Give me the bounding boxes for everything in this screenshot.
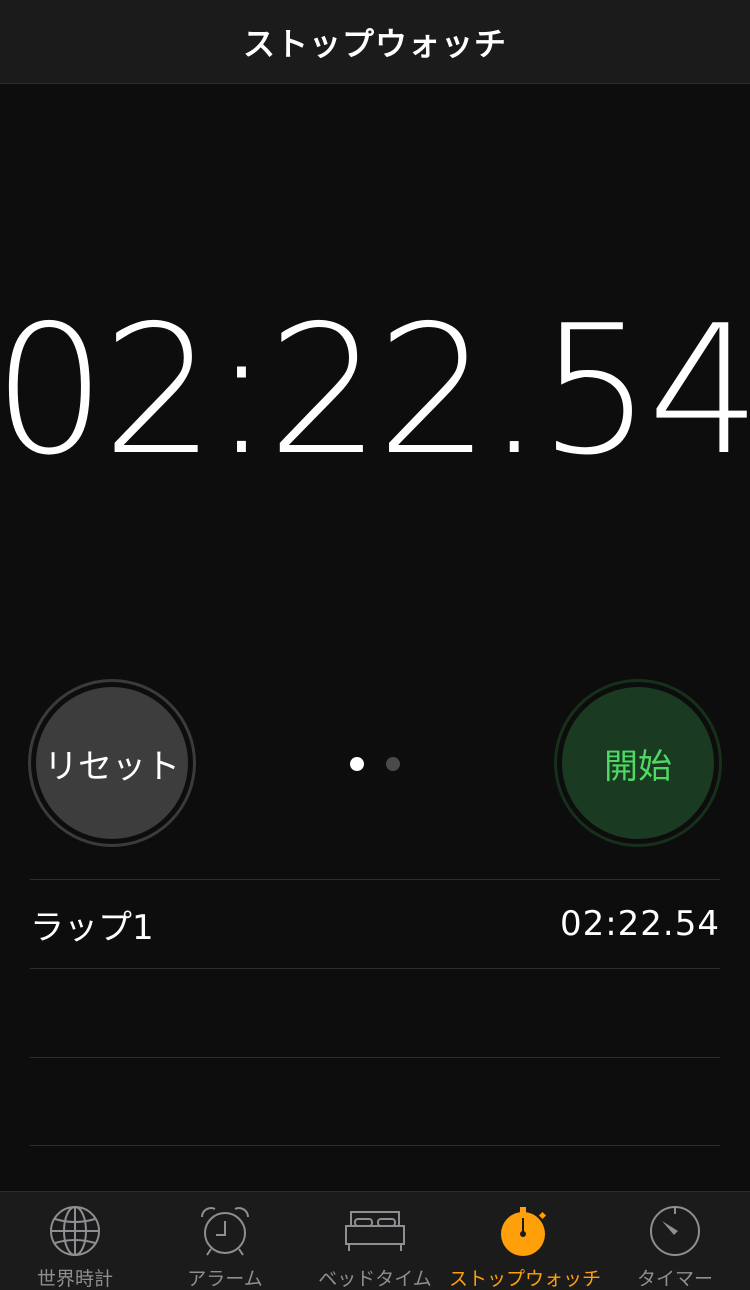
clock-app: ストップウォッチ 02:22.54 リセット 開始 ラップ1 02:22.54	[0, 0, 750, 1290]
tab-label: 世界時計	[36, 1268, 113, 1290]
tab-label: アラーム	[187, 1268, 263, 1290]
lap-list[interactable]: ラップ1 02:22.54	[30, 879, 720, 1146]
globe-icon	[50, 1206, 100, 1256]
tab-world-clock[interactable]: 世界時計	[0, 1192, 150, 1290]
start-button[interactable]: 開始	[562, 687, 714, 839]
page-title: ストップウォッチ	[242, 24, 507, 63]
tab-bar: 世界時計 アラーム ベッドタイム ストップウォッチ タイマー	[0, 1191, 750, 1290]
timer-icon	[650, 1206, 700, 1256]
reset-button-ring: リセット	[28, 679, 196, 847]
stopwatch-icon	[501, 1207, 547, 1256]
tab-stopwatch[interactable]: ストップウォッチ	[449, 1192, 602, 1290]
reset-button[interactable]: リセット	[36, 687, 188, 839]
stopwatch-time-display: 02:22.54	[0, 286, 750, 494]
lap-row: ラップ1 02:22.54	[30, 879, 720, 968]
bed-icon	[345, 1211, 405, 1251]
alarm-clock-icon	[201, 1207, 249, 1256]
start-button-ring: 開始	[554, 679, 722, 847]
page-indicator[interactable]	[350, 756, 400, 772]
lap-label: ラップ1	[30, 907, 154, 948]
navigation-bar: ストップウォッチ	[0, 0, 750, 84]
lap-row-empty	[30, 1057, 720, 1146]
lap-row-empty	[30, 968, 720, 1057]
page-dot-1	[350, 757, 364, 771]
lap-time: 02:22.54	[559, 904, 720, 944]
tab-alarm[interactable]: アラーム	[150, 1192, 300, 1290]
tab-bedtime[interactable]: ベッドタイム	[300, 1192, 450, 1290]
tab-label: ストップウォッチ	[449, 1268, 602, 1290]
tab-timer[interactable]: タイマー	[600, 1192, 750, 1290]
tab-label: タイマー	[636, 1268, 713, 1290]
page-dot-2	[386, 757, 400, 771]
tab-label: ベッドタイム	[318, 1268, 432, 1290]
